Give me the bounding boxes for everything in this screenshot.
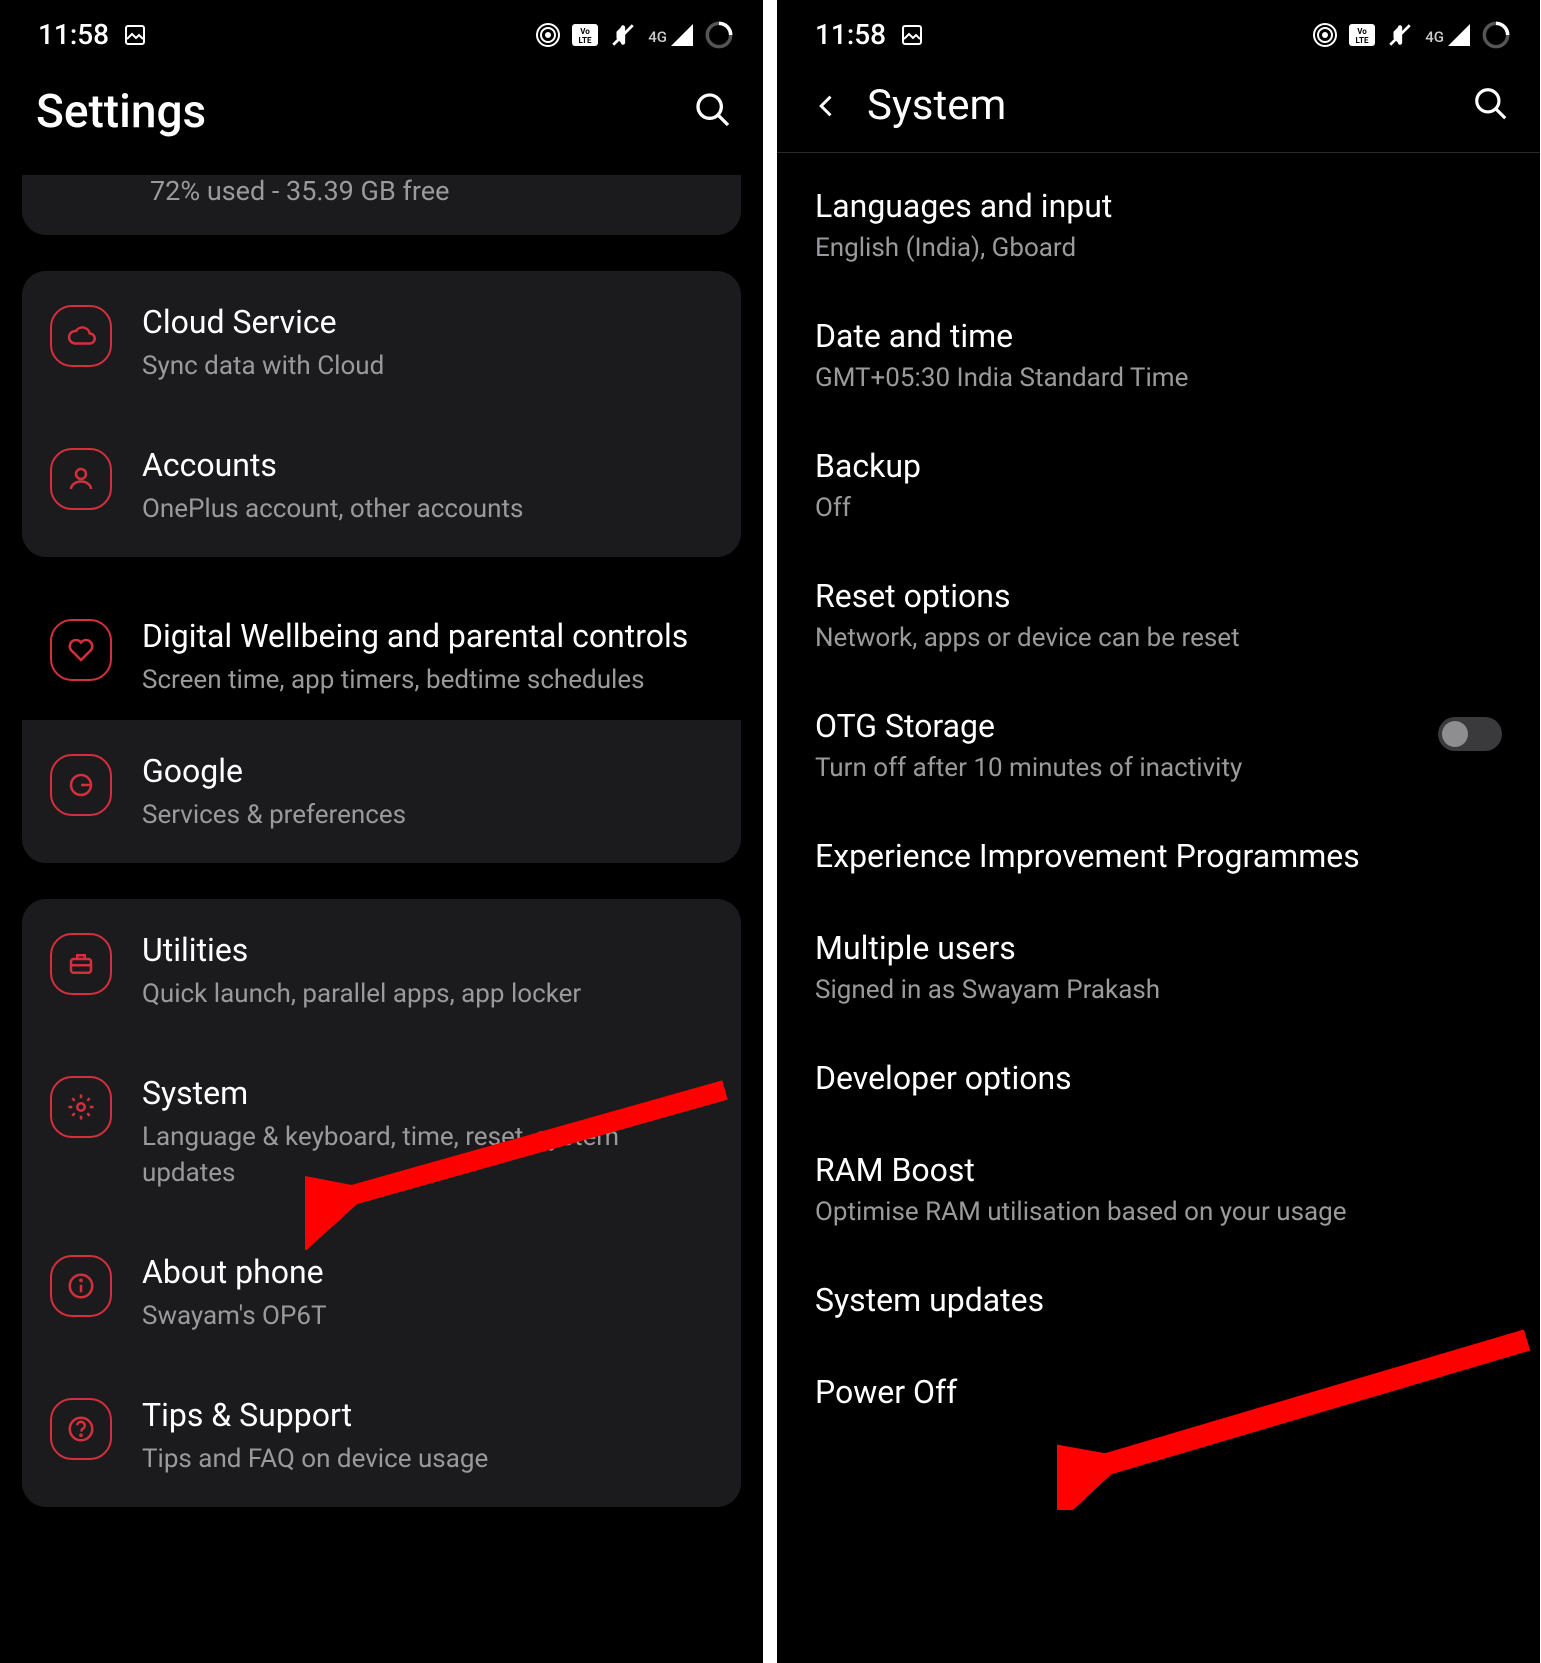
system-item-updates[interactable]: System updates [777, 1257, 1540, 1349]
settings-item-subtitle: OnePlus account, other accounts [142, 492, 713, 527]
hotspot-icon [536, 23, 560, 47]
loading-icon [1482, 21, 1510, 49]
settings-item-title: Utilities [142, 931, 713, 969]
settings-item-cloud[interactable]: Cloud Service Sync data with Cloud [22, 271, 741, 414]
search-button[interactable] [1472, 85, 1510, 127]
mute-icon [610, 22, 636, 48]
settings-item-tips[interactable]: Tips & Support Tips and FAQ on device us… [22, 1364, 741, 1507]
divider [777, 152, 1540, 153]
volte-icon: VoLTE [1349, 24, 1375, 46]
signal-icon: 4G [648, 24, 693, 46]
settings-item-title: Google [142, 752, 713, 790]
system-item-reset[interactable]: Reset options Network, apps or device ca… [777, 553, 1540, 683]
system-item-title: RAM Boost [815, 1151, 1502, 1189]
settings-item-google[interactable]: Google Services & preferences [22, 720, 741, 863]
settings-item-title: Tips & Support [142, 1396, 713, 1434]
settings-item-subtitle: Swayam's OP6T [142, 1299, 713, 1334]
settings-item-subtitle: Language & keyboard, time, reset, system… [142, 1120, 713, 1190]
system-item-ramboost[interactable]: RAM Boost Optimise RAM utilisation based… [777, 1127, 1540, 1257]
phone-settings-screen: 11:58 VoLTE 4G Settings 72% used - 35.39… [0, 0, 763, 1663]
system-item-title: OTG Storage [815, 707, 1438, 745]
help-icon [50, 1398, 112, 1460]
status-bar: 11:58 VoLTE 4G [777, 0, 1540, 59]
info-icon [50, 1255, 112, 1317]
system-item-datetime[interactable]: Date and time GMT+05:30 India Standard T… [777, 293, 1540, 423]
system-item-title: Experience Improvement Programmes [815, 837, 1502, 875]
system-item-title: Power Off [815, 1373, 1502, 1411]
system-item-title: Backup [815, 447, 1502, 485]
system-item-experience[interactable]: Experience Improvement Programmes [777, 813, 1540, 905]
system-item-title: Date and time [815, 317, 1502, 355]
system-item-backup[interactable]: Backup Off [777, 423, 1540, 553]
account-icon [50, 448, 112, 510]
status-time: 11:58 [38, 18, 109, 51]
settings-item-title: Digital Wellbeing and parental controls [142, 617, 713, 655]
page-header: System [777, 59, 1540, 152]
google-icon [50, 754, 112, 816]
system-item-subtitle: Signed in as Swayam Prakash [815, 975, 1502, 1005]
card-system: Utilities Quick launch, parallel apps, a… [22, 899, 741, 1506]
loading-icon [705, 21, 733, 49]
heart-icon [50, 619, 112, 681]
system-item-title: Developer options [815, 1059, 1502, 1097]
status-time: 11:58 [815, 18, 886, 51]
system-item-title: System updates [815, 1281, 1502, 1319]
search-button[interactable] [693, 90, 733, 134]
page-title: Settings [36, 85, 667, 139]
settings-item-wellbeing[interactable]: Digital Wellbeing and parental controls … [22, 593, 741, 720]
svg-text:Vo: Vo [580, 27, 590, 36]
settings-item-subtitle: Tips and FAQ on device usage [142, 1442, 713, 1477]
settings-item-storage[interactable]: 72% used - 35.39 GB free [22, 175, 741, 235]
system-item-title: Multiple users [815, 929, 1502, 967]
back-button[interactable] [813, 92, 841, 120]
card-google: Google Services & preferences [22, 720, 741, 863]
card-cloud: Cloud Service Sync data with Cloud Accou… [22, 271, 741, 557]
signal-icon: 4G [1425, 24, 1470, 46]
hotspot-icon [1313, 23, 1337, 47]
settings-item-about[interactable]: About phone Swayam's OP6T [22, 1221, 741, 1364]
network-label: 4G [1425, 28, 1444, 46]
page-title: System [867, 81, 1446, 130]
system-item-title: Languages and input [815, 187, 1502, 225]
settings-item-title: Accounts [142, 446, 713, 484]
settings-item-subtitle: Screen time, app timers, bedtime schedul… [142, 663, 713, 698]
svg-text:LTE: LTE [1356, 36, 1369, 45]
screenshot-icon [900, 23, 924, 47]
briefcase-icon [50, 933, 112, 995]
system-item-developer[interactable]: Developer options [777, 1035, 1540, 1127]
settings-item-title: About phone [142, 1253, 713, 1291]
settings-item-subtitle: Services & preferences [142, 798, 713, 833]
system-item-title: Reset options [815, 577, 1502, 615]
network-label: 4G [648, 28, 667, 46]
phone-system-screen: 11:58 VoLTE 4G System Languages [777, 0, 1540, 1663]
svg-text:LTE: LTE [579, 36, 592, 45]
svg-text:Vo: Vo [1357, 27, 1367, 36]
system-item-languages[interactable]: Languages and input English (India), Gbo… [777, 163, 1540, 293]
system-item-subtitle: GMT+05:30 India Standard Time [815, 363, 1502, 393]
screenshot-icon [123, 23, 147, 47]
system-item-otg[interactable]: OTG Storage Turn off after 10 minutes of… [777, 683, 1540, 813]
system-item-subtitle: Optimise RAM utilisation based on your u… [815, 1197, 1502, 1227]
system-item-subtitle: English (India), Gboard [815, 233, 1502, 263]
system-item-subtitle: Network, apps or device can be reset [815, 623, 1502, 653]
settings-item-utilities[interactable]: Utilities Quick launch, parallel apps, a… [22, 899, 741, 1042]
settings-item-subtitle: Quick launch, parallel apps, app locker [142, 977, 713, 1012]
system-item-multiusers[interactable]: Multiple users Signed in as Swayam Praka… [777, 905, 1540, 1035]
volte-icon: VoLTE [572, 24, 598, 46]
storage-subtitle: 72% used - 35.39 GB free [150, 175, 713, 207]
system-item-poweroff[interactable]: Power Off [777, 1349, 1540, 1441]
system-item-subtitle: Off [815, 493, 1502, 523]
settings-item-accounts[interactable]: Accounts OnePlus account, other accounts [22, 414, 741, 557]
status-bar: 11:58 VoLTE 4G [0, 0, 763, 59]
otg-toggle[interactable] [1438, 717, 1502, 751]
settings-item-title: Cloud Service [142, 303, 713, 341]
settings-item-system[interactable]: System Language & keyboard, time, reset,… [22, 1042, 741, 1220]
gear-icon [50, 1076, 112, 1138]
cloud-icon [50, 305, 112, 367]
settings-item-subtitle: Sync data with Cloud [142, 349, 713, 384]
page-header: Settings [0, 59, 763, 175]
settings-item-title: System [142, 1074, 713, 1112]
mute-icon [1387, 22, 1413, 48]
system-item-subtitle: Turn off after 10 minutes of inactivity [815, 753, 1438, 783]
